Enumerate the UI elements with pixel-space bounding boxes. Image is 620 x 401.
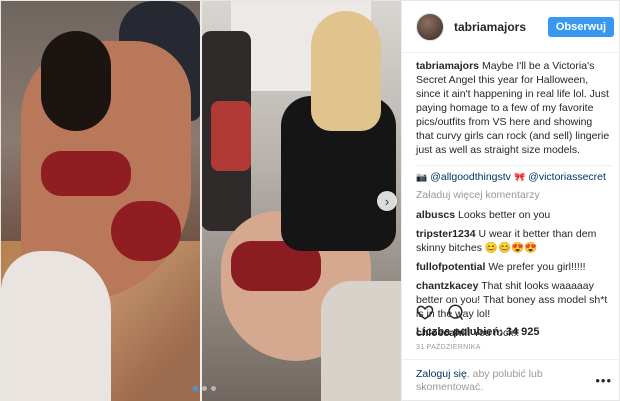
post-actions	[416, 303, 464, 321]
caption: tabriamajors Maybe I'll be a Victoria's …	[416, 59, 612, 157]
load-more-comments-link[interactable]: Załaduj więcej komentarzy	[416, 188, 612, 202]
likes-count[interactable]: Liczba polubień: 34 925	[416, 326, 539, 338]
fur-pillow-right	[321, 281, 401, 401]
chevron-right-icon: ›	[384, 193, 390, 209]
post-sidebar: tabriamajors Obserwuj tabriamajors Maybe…	[401, 1, 620, 401]
camera-emoji-icon: 📷	[416, 172, 428, 182]
post-image[interactable]: ›	[1, 1, 401, 401]
carousel-dot	[193, 386, 198, 391]
post-date[interactable]: 31 PAŹDZIERNIKA	[416, 344, 481, 351]
follow-button[interactable]: Obserwuj	[547, 16, 614, 37]
login-link[interactable]: Zaloguj się	[416, 368, 467, 380]
login-footer: Zaloguj się, aby polubić lub skomentować…	[402, 359, 620, 401]
comment-username[interactable]: chantzkacey	[416, 280, 478, 292]
heart-icon[interactable]	[416, 303, 434, 321]
caption-tags: 📷 @allgoodthingstv 🎀 @victoriassecret	[416, 170, 612, 184]
comment-username[interactable]: tripster1234	[416, 228, 476, 240]
post-header: tabriamajors Obserwuj	[402, 1, 620, 53]
cushion	[211, 101, 251, 171]
carousel-dots	[193, 386, 216, 391]
comment-username[interactable]: albuscs	[416, 209, 455, 221]
comment-username[interactable]: fullofpotential	[416, 261, 485, 273]
ribbon-emoji-icon: 🎀	[513, 172, 526, 182]
fur-pillow-left	[1, 251, 111, 401]
comment-icon[interactable]	[446, 303, 464, 321]
mention-link[interactable]: @allgoodthingstv	[430, 170, 511, 184]
avatar[interactable]	[416, 12, 444, 41]
comment: tripster1234 U wear it better than dem s…	[416, 227, 612, 255]
instagram-post: › tabriamajors Obserwuj tabriamajors May…	[0, 0, 620, 401]
comment: fullofpotential We prefer you girl!!!!!	[416, 260, 612, 274]
comment: albuscs Looks better on you	[416, 208, 612, 222]
caption-separator	[416, 165, 612, 166]
hair-right	[311, 11, 381, 131]
mention-link[interactable]: @victoriassecret	[528, 170, 606, 184]
panty-left	[111, 201, 181, 261]
carousel-next-button[interactable]: ›	[377, 191, 397, 211]
bra-left	[41, 151, 131, 196]
photo-left-panel	[1, 1, 202, 401]
comment-text: We prefer you girl!!!!!	[488, 261, 586, 273]
carousel-dot	[211, 386, 216, 391]
carousel-dot	[202, 386, 207, 391]
caption-username[interactable]: tabriamajors	[416, 60, 479, 72]
caption-text: Maybe I'll be a Victoria's Secret Angel …	[416, 60, 610, 156]
photo-right-panel	[201, 1, 401, 401]
photo-divider	[200, 1, 202, 401]
comment-text: Looks better on you	[458, 209, 551, 221]
username-link[interactable]: tabriamajors	[454, 20, 526, 34]
ellipsis-icon[interactable]: •••	[595, 374, 612, 387]
hair-left	[41, 31, 111, 131]
